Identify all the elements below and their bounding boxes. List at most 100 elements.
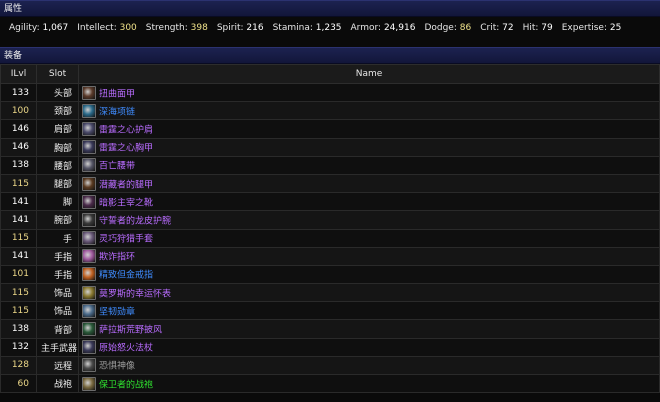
item-link[interactable]: 灵巧狩猎手套 <box>99 235 153 245</box>
item-level-cell: 138 <box>0 155 37 175</box>
stat-item: Intellect: 300 <box>77 23 137 33</box>
item-link[interactable]: 潜藏者的腿甲 <box>99 180 153 190</box>
stat-label: Hit: <box>522 23 539 33</box>
table-row: 60 战袍 保卫者的战袍 <box>0 373 660 394</box>
table-row: 100 颈部 深海项链 <box>0 101 660 121</box>
item-icon[interactable] <box>82 358 96 373</box>
table-row: 133 头部 扭曲面甲 <box>0 82 660 103</box>
item-link[interactable]: 恐惧神像 <box>99 362 135 372</box>
item-name-cell: 雷霆之心护肩 <box>78 119 660 139</box>
item-name-cell: 保卫者的战袍 <box>78 373 660 394</box>
slot-cell: 饰品 <box>36 283 79 303</box>
item-icon[interactable] <box>82 176 96 191</box>
item-link[interactable]: 百亡腰带 <box>99 162 135 172</box>
item-link[interactable]: 精致但金戒指 <box>99 271 153 281</box>
item-name-cell: 扭曲面甲 <box>78 82 660 103</box>
slot-cell: 腕部 <box>36 210 79 230</box>
stat-label: Strength: <box>145 23 188 33</box>
item-name-cell: 萨拉斯荒野披风 <box>78 319 660 339</box>
item-link[interactable]: 雷霆之心护肩 <box>99 125 153 135</box>
table-row: 101 手指 精致但金戒指 <box>0 264 660 285</box>
item-icon[interactable] <box>82 85 96 100</box>
slot-column-header[interactable]: Slot <box>36 64 79 84</box>
stat-value: 398 <box>190 23 208 33</box>
table-row: 132 主手武器 原始怒火法杖 <box>0 337 660 357</box>
stat-item: Agility: 1,067 <box>9 23 68 33</box>
item-link[interactable]: 欺诈指环 <box>99 253 135 263</box>
item-link[interactable]: 萨拉斯荒野披风 <box>99 326 162 336</box>
item-link[interactable]: 扭曲面甲 <box>99 89 135 99</box>
item-link[interactable]: 深海项链 <box>99 107 135 117</box>
item-icon[interactable] <box>82 322 96 337</box>
item-level-cell: 115 <box>0 173 37 194</box>
item-icon[interactable] <box>82 158 96 173</box>
name-column-header[interactable]: Name <box>78 64 660 84</box>
item-icon[interactable] <box>82 285 96 300</box>
item-icon[interactable] <box>82 267 96 282</box>
stat-item: Hit: 79 <box>523 23 553 33</box>
item-name-cell: 百亡腰带 <box>78 155 660 175</box>
item-icon[interactable] <box>82 212 96 227</box>
item-link[interactable]: 莫罗斯的幸运怀表 <box>99 289 171 299</box>
item-icon[interactable] <box>82 194 96 209</box>
item-level-cell: 115 <box>0 283 37 303</box>
item-icon[interactable] <box>82 121 96 136</box>
table-row: 138 腰部 百亡腰带 <box>0 155 660 175</box>
stat-value: 216 <box>246 23 264 33</box>
table-row: 141 腕部 守誓者的龙皮护腕 <box>0 210 660 230</box>
table-row: 115 饰品 坚韧勋章 <box>0 301 660 321</box>
ilvl-column-header[interactable]: ILvl <box>0 64 37 84</box>
slot-cell: 饰品 <box>36 301 79 321</box>
table-row: 115 饰品 莫罗斯的幸运怀表 <box>0 283 660 303</box>
stat-value: 1,235 <box>315 23 342 33</box>
item-name-cell: 恐惧神像 <box>78 355 660 376</box>
stat-item: Crit: 72 <box>480 23 513 33</box>
item-name-cell: 深海项链 <box>78 101 660 121</box>
item-icon[interactable] <box>82 231 96 246</box>
stat-label: Expertise: <box>561 23 608 33</box>
slot-cell: 背部 <box>36 319 79 339</box>
stat-value: 79 <box>541 23 553 33</box>
item-link[interactable]: 原始怒火法杖 <box>99 344 153 354</box>
stat-value: 1,067 <box>42 23 69 33</box>
stat-label: Intellect: <box>77 23 117 33</box>
table-row: 146 胸部 雷霆之心胸甲 <box>0 137 660 157</box>
stat-label: Agility: <box>9 23 40 33</box>
item-level-cell: 101 <box>0 264 37 285</box>
item-icon[interactable] <box>82 376 96 391</box>
stat-item: Expertise: 25 <box>562 23 622 33</box>
item-level-cell: 60 <box>0 373 37 394</box>
table-row: 138 背部 萨拉斯荒野披风 <box>0 319 660 339</box>
table-row: 128 远程 恐惧神像 <box>0 355 660 376</box>
item-icon[interactable] <box>82 340 96 355</box>
equipment-table: ILvl Slot Name 133 头部 扭曲面甲 100 颈部 深海项链 146 肩部 雷霆… <box>0 64 660 394</box>
item-name-cell: 守誓者的龙皮护腕 <box>78 210 660 230</box>
item-icon[interactable] <box>82 303 96 318</box>
item-icon[interactable] <box>82 103 96 118</box>
item-icon[interactable] <box>82 140 96 155</box>
item-name-cell: 欺诈指环 <box>78 246 660 266</box>
item-level-cell: 141 <box>0 192 37 212</box>
item-name-cell: 精致但金戒指 <box>78 264 660 285</box>
item-name-cell: 坚韧勋章 <box>78 301 660 321</box>
attributes-header: 属性 <box>0 0 660 17</box>
item-name-cell: 暗影主宰之靴 <box>78 192 660 212</box>
item-level-cell: 138 <box>0 319 37 339</box>
table-row: 146 肩部 雷霆之心护肩 <box>0 119 660 139</box>
item-link[interactable]: 守誓者的龙皮护腕 <box>99 216 171 226</box>
slot-cell: 战袍 <box>36 373 79 394</box>
slot-cell: 手指 <box>36 264 79 285</box>
item-link[interactable]: 保卫者的战袍 <box>99 380 153 390</box>
stat-value: 86 <box>459 23 472 33</box>
stat-item: Stamina: 1,235 <box>273 23 342 33</box>
stat-value: 300 <box>119 23 137 33</box>
table-row: 141 手指 欺诈指环 <box>0 246 660 266</box>
item-link[interactable]: 坚韧勋章 <box>99 307 135 317</box>
stat-item: Armor: 24,916 <box>351 23 416 33</box>
stat-label: Stamina: <box>272 23 313 33</box>
item-icon[interactable] <box>82 249 96 264</box>
slot-cell: 肩部 <box>36 119 79 139</box>
item-link[interactable]: 雷霆之心胸甲 <box>99 144 153 154</box>
stat-label: Dodge: <box>424 23 457 33</box>
item-link[interactable]: 暗影主宰之靴 <box>99 198 153 208</box>
